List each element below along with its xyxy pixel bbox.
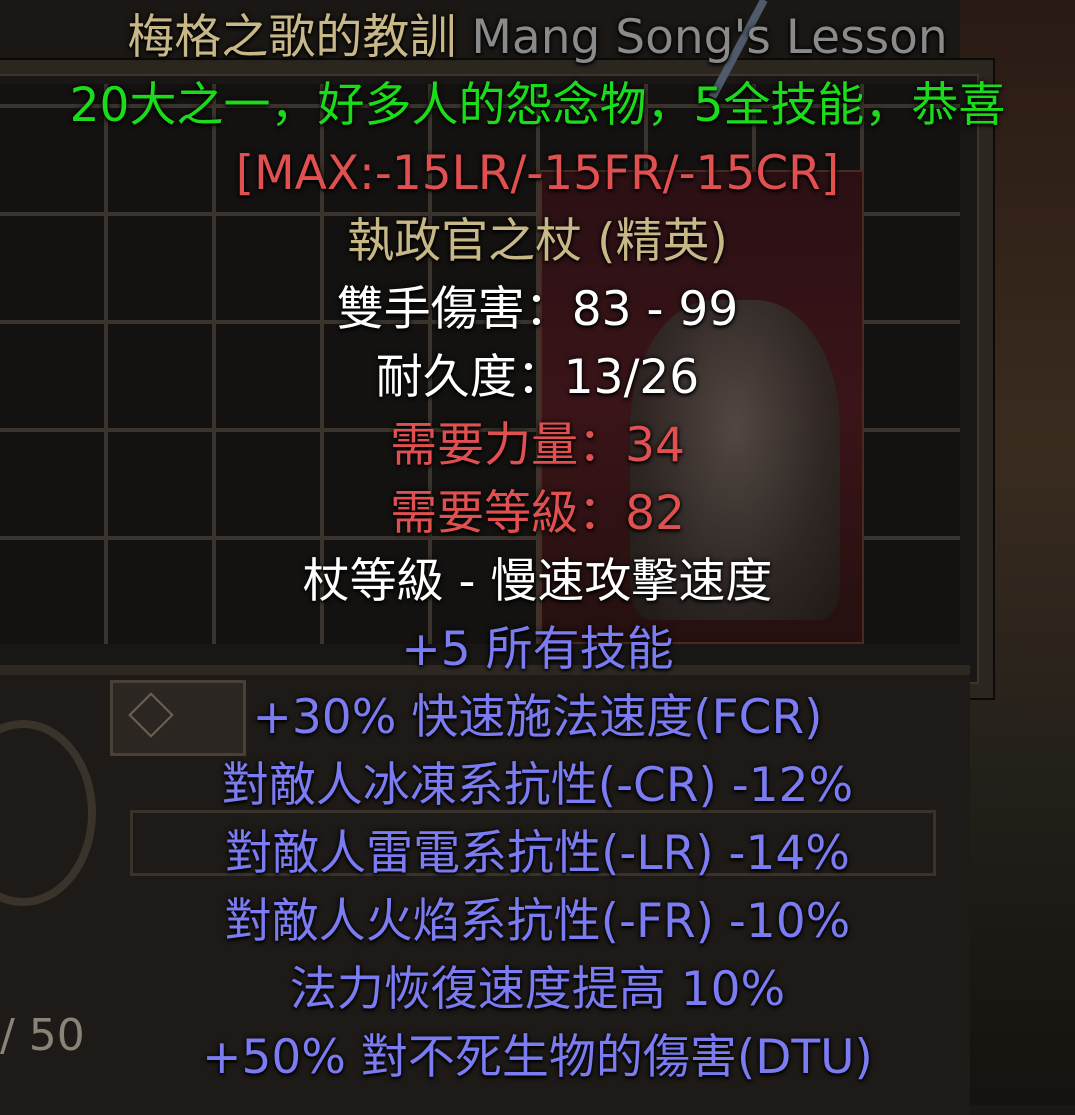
mod-cold-resist: 對敵人冰凍系抗性(-CR) -12% <box>221 758 854 813</box>
max-resist-note: [MAX:-15LR/-15FR/-15CR] <box>235 146 840 201</box>
durability: 耐久度：13/26 <box>375 350 700 405</box>
required-level: 需要等級：82 <box>390 486 685 541</box>
required-strength: 需要力量：34 <box>390 418 685 473</box>
item-name-en: Mang Song's Lesson <box>471 10 948 65</box>
item-base-type: 執政官之杖 (精英) <box>347 214 728 269</box>
mod-mana-regen: 法力恢復速度提高 10% <box>289 962 786 1017</box>
mod-lightning-resist: 對敵人雷電系抗性(-LR) -14% <box>225 826 850 881</box>
item-name-line: 梅格之歌的教訓 Mang Song's Lesson <box>0 4 1075 72</box>
mod-all-skills: +5 所有技能 <box>401 622 674 677</box>
item-name-zh: 梅格之歌的教訓 <box>127 10 457 65</box>
item-tooltip: 梅格之歌的教訓 Mang Song's Lesson 20大之一，好多人的怨念物… <box>0 4 1075 1092</box>
two-hand-damage: 雙手傷害：83 - 99 <box>336 282 739 337</box>
mod-fire-resist: 對敵人火焰系抗性(-FR) -10% <box>224 894 851 949</box>
mod-fcr: +30% 快速施法速度(FCR) <box>252 690 823 745</box>
mod-damage-undead: +50% 對不死生物的傷害(DTU) <box>202 1030 873 1085</box>
attack-speed: 杖等級 - 慢速攻擊速度 <box>302 554 773 609</box>
item-note: 20大之一，好多人的怨念物，5全技能，恭喜 <box>69 78 1006 133</box>
